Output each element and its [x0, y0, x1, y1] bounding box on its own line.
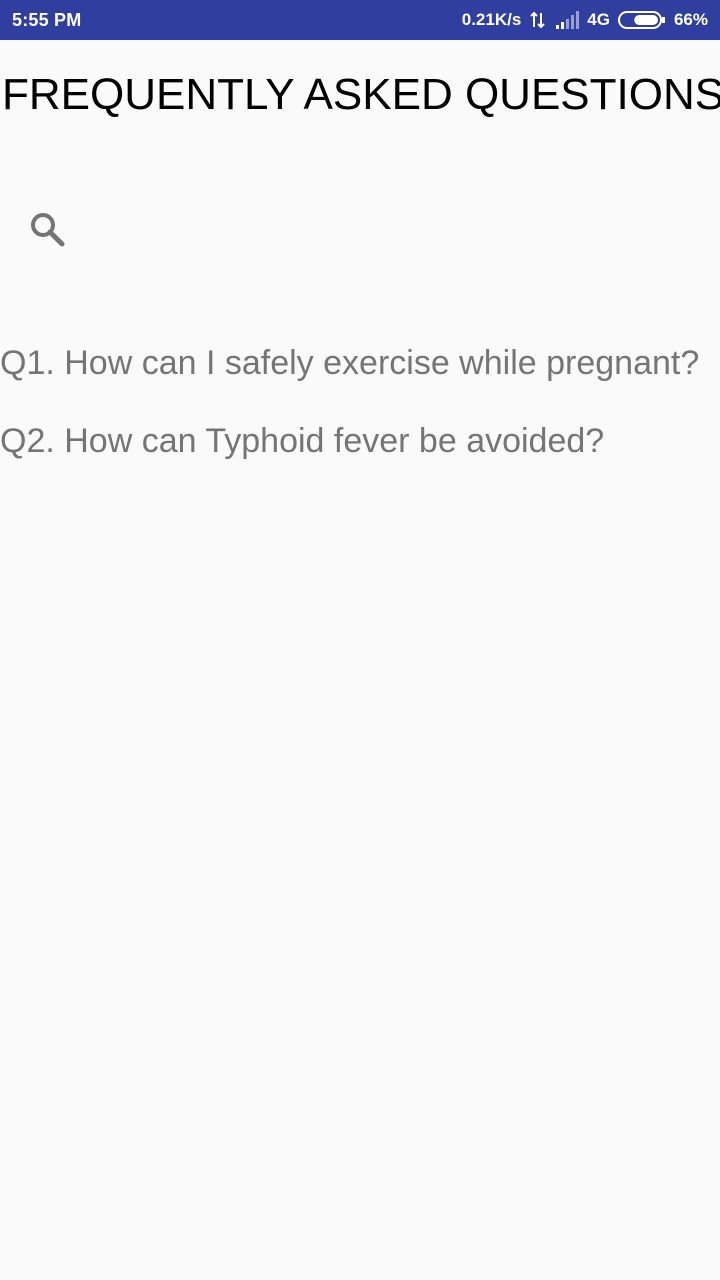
signal-icon	[555, 11, 580, 29]
battery-icon	[617, 10, 666, 30]
page-title: FREQUENTLY ASKED QUESTIONS	[2, 70, 720, 119]
data-transfer-icon	[529, 11, 547, 29]
faq-question-1[interactable]: Q1. How can I safely exercise while preg…	[0, 342, 700, 385]
status-time: 5:55 PM	[12, 9, 82, 30]
search-button[interactable]	[24, 206, 72, 254]
search-icon	[31, 213, 65, 247]
status-indicators: 0.21K/s 4G 66%	[462, 10, 708, 30]
network-speed: 0.21K/s	[461, 10, 522, 29]
status-bar: 5:55 PM 0.21K/s 4G 66%	[0, 0, 720, 40]
battery-percent: 66%	[673, 10, 708, 29]
faq-list: Q1. How can I safely exercise while preg…	[0, 342, 700, 498]
network-type: 4G	[587, 10, 610, 29]
faq-question-2[interactable]: Q2. How can Typhoid fever be avoided?	[0, 420, 700, 463]
